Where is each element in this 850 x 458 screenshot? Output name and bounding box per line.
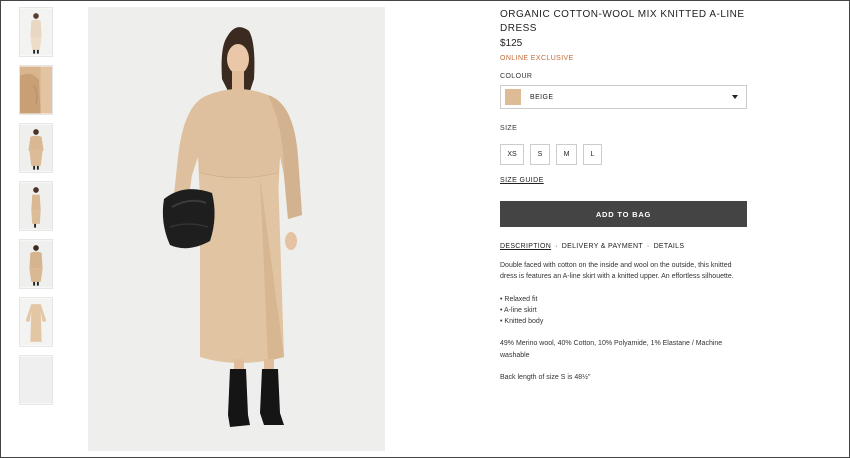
back-length-text: Back length of size S is 48½" [500, 374, 591, 382]
thumbnail-7[interactable] [19, 355, 53, 405]
feature-list: • Relaxed fit • A-line skirt • Knitted b… [500, 294, 748, 328]
thumbnail-strip [19, 7, 55, 413]
product-info-panel: ORGANIC COTTON-WOOL MIX KNITTED A-LINE D… [500, 8, 748, 394]
size-option-l[interactable]: L [583, 144, 602, 165]
product-price: $125 [500, 38, 523, 49]
thumbnail-3[interactable] [19, 123, 53, 173]
caret-down-icon [732, 95, 738, 99]
colour-selected-value: BEIGE [530, 93, 554, 101]
thumbnail-6[interactable] [19, 297, 53, 347]
tab-separator: · [555, 243, 558, 250]
composition-text: 49% Merino wool, 40% Cotton, 10% Polyami… [500, 340, 723, 359]
tab-details[interactable]: DETAILS [654, 243, 685, 250]
list-item: • Relaxed fit [500, 295, 538, 303]
thumbnail-1[interactable] [19, 7, 53, 57]
size-option-xs[interactable]: XS [500, 144, 524, 165]
size-options: XS S M L [500, 144, 748, 165]
description-intro: Double faced with cotton on the inside a… [500, 262, 734, 281]
list-item: • Knitted body [500, 318, 544, 326]
thumbnail-5[interactable] [19, 239, 53, 289]
product-title: ORGANIC COTTON-WOOL MIX KNITTED A-LINE D… [500, 9, 745, 34]
list-item: • A-line skirt [500, 306, 537, 314]
size-option-s[interactable]: S [530, 144, 550, 165]
thumbnail-2[interactable] [19, 65, 53, 115]
tab-separator: · [646, 243, 650, 250]
colour-label: COLOUR [500, 73, 533, 80]
product-main-image [88, 7, 385, 451]
add-to-bag-button[interactable]: ADD TO BAG [500, 201, 747, 227]
info-tabs: DESCRIPTION · DELIVERY & PAYMENT · DETAI… [500, 243, 748, 250]
thumbnail-4[interactable] [19, 181, 53, 231]
size-option-m[interactable]: M [556, 144, 577, 165]
tab-delivery-payment[interactable]: DELIVERY & PAYMENT [562, 243, 643, 250]
online-exclusive-badge: ONLINE EXCLUSIVE [500, 55, 574, 62]
size-guide-link[interactable]: SIZE GUIDE [500, 177, 544, 184]
colour-swatch [505, 89, 521, 105]
size-label: SIZE [500, 125, 518, 132]
description-panel: Double faced with cotton on the inside a… [500, 260, 748, 383]
colour-select[interactable]: BEIGE [500, 85, 747, 109]
tab-description[interactable]: DESCRIPTION [500, 243, 551, 250]
